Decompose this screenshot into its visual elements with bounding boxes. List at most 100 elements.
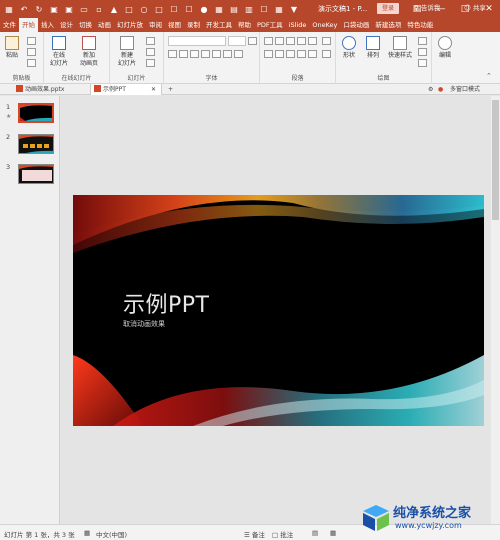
current-slide[interactable]: 示例PPT 取消动画效果 bbox=[73, 195, 484, 426]
increase-indent-icon[interactable] bbox=[297, 37, 306, 45]
format-painter-icon[interactable] bbox=[27, 59, 36, 67]
underline-icon[interactable] bbox=[190, 50, 199, 58]
shape-outline-icon[interactable] bbox=[418, 48, 427, 56]
shape-fill-icon[interactable] bbox=[418, 37, 427, 45]
new-animation-page-button[interactable]: 新加 动画页 bbox=[80, 36, 98, 68]
strikethrough-icon[interactable] bbox=[201, 50, 210, 58]
qat-icon-7[interactable]: □ bbox=[153, 3, 165, 15]
qat-icon-16[interactable]: ▼ bbox=[288, 3, 300, 15]
undo-icon[interactable]: ↶ bbox=[18, 3, 30, 15]
decrease-indent-icon[interactable] bbox=[286, 37, 295, 45]
edit-button[interactable]: 编辑 bbox=[438, 36, 452, 60]
ribbon-tab-11[interactable]: 帮助 bbox=[235, 18, 254, 32]
section-icon[interactable] bbox=[146, 59, 155, 67]
slide-thumbnail-3[interactable] bbox=[18, 164, 54, 184]
text-direction-icon[interactable] bbox=[322, 37, 331, 45]
ribbon-tab-8[interactable]: 视图 bbox=[165, 18, 184, 32]
collapse-ribbon-icon[interactable]: ⌃ bbox=[486, 72, 492, 80]
font-color-icon[interactable] bbox=[234, 50, 243, 58]
char-spacing-icon[interactable] bbox=[212, 50, 221, 58]
layout-icon[interactable] bbox=[146, 37, 155, 45]
slide-title[interactable]: 示例PPT bbox=[123, 287, 209, 319]
ribbon-tab-12[interactable]: PDF工具 bbox=[254, 18, 286, 32]
align-left-icon[interactable] bbox=[264, 50, 273, 58]
qat-icon-12[interactable]: ▤ bbox=[228, 3, 240, 15]
ribbon-tab-13[interactable]: iSlide bbox=[286, 18, 310, 32]
qat-icon-14[interactable]: ☐ bbox=[258, 3, 270, 15]
comments-button[interactable]: □ 批注 bbox=[272, 529, 293, 539]
clear-format-icon[interactable] bbox=[248, 37, 257, 45]
ribbon-tab-4[interactable]: 切换 bbox=[76, 18, 95, 32]
new-tab-icon[interactable]: + bbox=[168, 84, 173, 95]
paste-button[interactable]: 粘贴 bbox=[5, 36, 19, 60]
ribbon-tab-16[interactable]: 新建选项 bbox=[372, 18, 404, 32]
reset-icon[interactable] bbox=[146, 48, 155, 56]
slide-sorter-icon[interactable]: ▦ bbox=[330, 529, 336, 537]
ribbon-tab-6[interactable]: 幻灯片放 bbox=[114, 18, 146, 32]
save-icon[interactable]: ▦ bbox=[3, 3, 15, 15]
spellcheck-icon[interactable]: ▦ bbox=[84, 529, 90, 537]
notes-button[interactable]: ☰ 备注 bbox=[244, 529, 265, 539]
copy-icon[interactable] bbox=[27, 48, 36, 56]
qat-icon-13[interactable]: ▥ bbox=[243, 3, 255, 15]
record-icon[interactable]: ● bbox=[438, 84, 443, 95]
qat-icon-2[interactable]: ▭ bbox=[78, 3, 90, 15]
tell-me-search[interactable]: ⚲ 告诉我 bbox=[414, 2, 440, 12]
bullets-icon[interactable] bbox=[264, 37, 273, 45]
doc-tab-animation[interactable]: 动画效果.pptx bbox=[16, 84, 64, 95]
align-center-icon[interactable] bbox=[275, 50, 284, 58]
normal-view-icon[interactable]: ▤ bbox=[312, 529, 318, 537]
slide-subtitle[interactable]: 取消动画效果 bbox=[123, 319, 165, 329]
qat-icon-15[interactable]: ▦ bbox=[273, 3, 285, 15]
multi-window-button[interactable]: 多窗口模式 bbox=[450, 84, 480, 95]
ribbon-tab-1[interactable]: 开始 bbox=[19, 18, 38, 32]
gear-icon[interactable]: ⚙ bbox=[428, 84, 433, 95]
ribbon-tab-17[interactable]: 特色功能 bbox=[404, 18, 436, 32]
ribbon-tab-9[interactable]: 录制 bbox=[184, 18, 203, 32]
close-tab-icon[interactable]: ✕ bbox=[151, 84, 156, 95]
share-button[interactable]: ☺ 共享 bbox=[464, 2, 486, 12]
doc-tab-example[interactable]: 示例PPT ✕ bbox=[90, 84, 162, 95]
qat-icon-11[interactable]: ▦ bbox=[213, 3, 225, 15]
online-slide-button[interactable]: 在线 幻灯片 bbox=[50, 36, 68, 68]
vertical-scrollbar[interactable] bbox=[491, 96, 500, 524]
login-button[interactable]: 登录 bbox=[377, 3, 399, 14]
qat-icon-4[interactable]: ▲ bbox=[108, 3, 120, 15]
start-presentation-icon[interactable]: ▣ bbox=[48, 3, 60, 15]
align-right-icon[interactable] bbox=[286, 50, 295, 58]
change-case-icon[interactable] bbox=[223, 50, 232, 58]
ribbon-tab-0[interactable]: 文件 bbox=[0, 18, 19, 32]
redo-icon[interactable]: ↻ bbox=[33, 3, 45, 15]
ribbon-tab-5[interactable]: 动画 bbox=[95, 18, 114, 32]
font-family-select[interactable] bbox=[168, 36, 226, 46]
scrollbar-thumb[interactable] bbox=[492, 100, 499, 220]
cut-icon[interactable] bbox=[27, 37, 36, 45]
ribbon-tab-10[interactable]: 开发工具 bbox=[203, 18, 235, 32]
numbering-icon[interactable] bbox=[275, 37, 284, 45]
ribbon-tab-3[interactable]: 设计 bbox=[57, 18, 76, 32]
slide-thumbnail-2[interactable] bbox=[18, 134, 54, 154]
shape-effects-icon[interactable] bbox=[418, 59, 427, 67]
arrange-button[interactable]: 排列 bbox=[366, 36, 380, 60]
qat-icon-5[interactable]: □ bbox=[123, 3, 135, 15]
qat-icon-9[interactable]: ☐ bbox=[183, 3, 195, 15]
font-size-select[interactable] bbox=[228, 36, 246, 46]
smartart-icon[interactable] bbox=[322, 50, 331, 58]
language-indicator[interactable]: 中文(中国) bbox=[96, 529, 127, 539]
ribbon-tab-2[interactable]: 插入 bbox=[38, 18, 57, 32]
qat-icon-8[interactable]: ☐ bbox=[168, 3, 180, 15]
bold-icon[interactable] bbox=[168, 50, 177, 58]
ribbon-tab-14[interactable]: OneKey bbox=[309, 18, 340, 32]
qat-icon-1[interactable]: ▣ bbox=[63, 3, 75, 15]
ribbon-tab-7[interactable]: 审阅 bbox=[146, 18, 165, 32]
ribbon-tab-15[interactable]: 口袋动画 bbox=[340, 18, 372, 32]
qat-icon-10[interactable]: ● bbox=[198, 3, 210, 15]
columns-icon[interactable] bbox=[308, 50, 317, 58]
qat-icon-6[interactable]: ○ bbox=[138, 3, 150, 15]
shapes-button[interactable]: 形状 bbox=[342, 36, 356, 60]
italic-icon[interactable] bbox=[179, 50, 188, 58]
justify-icon[interactable] bbox=[297, 50, 306, 58]
qat-icon-3[interactable]: ▫ bbox=[93, 3, 105, 15]
line-spacing-icon[interactable] bbox=[308, 37, 317, 45]
slide-thumbnail-1[interactable] bbox=[18, 103, 54, 123]
